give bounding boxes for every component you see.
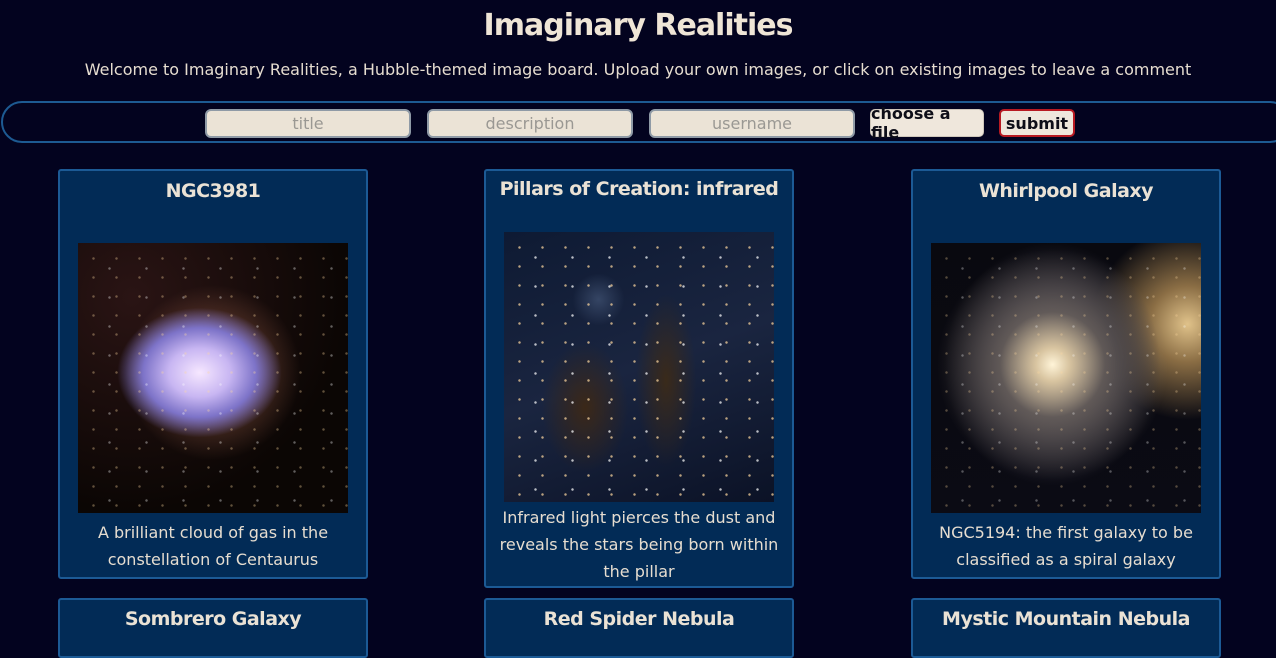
card-title: NGC3981	[165, 180, 261, 202]
pillars-image[interactable]	[504, 232, 774, 502]
card-title: Sombrero Galaxy	[124, 608, 302, 630]
card-description: A brilliant cloud of gas in the constell…	[97, 523, 329, 569]
image-card[interactable]: Sombrero Galaxy	[58, 598, 368, 658]
title-input[interactable]	[205, 109, 411, 138]
card-title: Pillars of Creation: infrared	[499, 178, 779, 200]
card-description: Infrared light pierces the dust and reve…	[499, 508, 779, 581]
image-card[interactable]: Pillars of Creation: infrared Infrared l…	[484, 169, 794, 588]
description-input[interactable]	[427, 109, 633, 138]
username-input[interactable]	[649, 109, 855, 138]
card-title: Whirlpool Galaxy	[978, 180, 1154, 202]
choose-file-button[interactable]: choose a file	[870, 104, 984, 142]
image-card[interactable]: Red Spider Nebula	[484, 598, 794, 658]
page-title: Imaginary Realities	[483, 8, 794, 43]
image-card[interactable]: Mystic Mountain Nebula	[911, 598, 1221, 658]
upload-form-container	[1, 101, 1276, 143]
spiral-galaxy-image[interactable]	[931, 243, 1201, 513]
card-title: Mystic Mountain Nebula	[942, 608, 1190, 630]
nebula-image[interactable]	[78, 243, 348, 513]
card-title: Red Spider Nebula	[543, 608, 735, 630]
card-description: NGC5194: the first galaxy to be classifi…	[939, 523, 1193, 569]
submit-button[interactable]: submit	[999, 109, 1075, 137]
page-subtitle: Welcome to Imaginary Realities, a Hubble…	[84, 60, 1192, 79]
image-card[interactable]: NGC3981 A brilliant cloud of gas in the …	[58, 169, 368, 579]
image-card[interactable]: Whirlpool Galaxy NGC5194: the first gala…	[911, 169, 1221, 579]
